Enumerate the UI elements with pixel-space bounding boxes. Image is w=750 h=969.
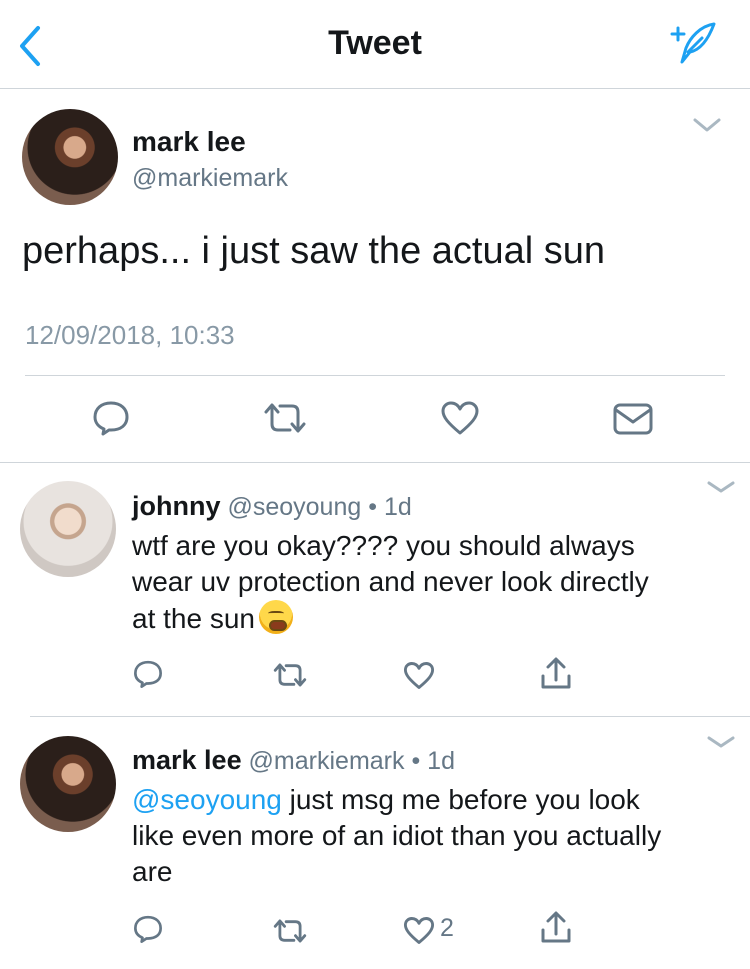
reply-text-line: @seoyoung just msg me before you look	[132, 784, 640, 815]
author-name[interactable]: mark lee	[132, 745, 242, 775]
chevron-down-icon[interactable]	[706, 733, 736, 751]
reply-text-line: wtf are you okay???? you should always	[132, 530, 635, 561]
author-handle[interactable]: @markiemark	[249, 747, 405, 775]
retweet-icon[interactable]	[260, 400, 310, 436]
reply-time: 1d	[427, 747, 455, 775]
reply-icon[interactable]	[91, 399, 131, 437]
chevron-down-icon[interactable]	[692, 116, 722, 134]
separator-dot: •	[411, 747, 421, 775]
separator-dot: •	[368, 493, 377, 521]
reply-icon[interactable]	[132, 659, 164, 689]
author-name[interactable]: mark lee	[132, 126, 246, 158]
tweet-text: perhaps... i just saw the actual sun	[22, 230, 605, 272]
reply-text: @seoyoung just msg me before you look li…	[132, 782, 661, 890]
divider	[0, 462, 750, 463]
like-heart-icon[interactable]	[403, 661, 435, 690]
share-icon[interactable]	[539, 910, 573, 946]
avatar[interactable]	[20, 481, 116, 577]
author-handle[interactable]: @markiemark	[132, 164, 288, 193]
message-envelope-icon[interactable]	[612, 402, 654, 436]
reply-text: wtf are you okay???? you should always w…	[132, 528, 649, 637]
like-heart-icon[interactable]	[403, 916, 435, 945]
reply-icon[interactable]	[132, 914, 164, 944]
avatar[interactable]	[22, 109, 118, 205]
share-icon[interactable]	[539, 656, 573, 692]
tweet-timestamp: 12/09/2018, 10:33	[25, 320, 235, 350]
tired-face-emoji-icon	[258, 600, 293, 634]
divider	[25, 375, 725, 376]
like-count: 2	[440, 914, 454, 942]
chevron-down-icon[interactable]	[706, 478, 736, 496]
divider	[30, 716, 750, 717]
navigation-bar: Tweet	[0, 0, 750, 89]
retweet-icon[interactable]	[270, 917, 310, 945]
avatar[interactable]	[20, 736, 116, 832]
retweet-icon[interactable]	[270, 661, 310, 689]
page-title: Tweet	[328, 24, 422, 62]
author-name[interactable]: johnny	[132, 491, 221, 521]
author-handle[interactable]: @seoyoung	[227, 493, 361, 521]
reply-text-line: like even more of an idiot than you actu…	[132, 820, 662, 851]
reply-header: johnny @seoyoung • 1d	[132, 491, 412, 522]
mention-link[interactable]: @seoyoung	[132, 784, 282, 815]
reply-time: 1d	[383, 493, 412, 521]
compose-tweet-icon[interactable]	[664, 18, 720, 68]
reply-text-line: wear uv protection and never look direct…	[132, 566, 649, 597]
reply-text-line: at the sun	[132, 600, 649, 637]
reply-text-line: are	[132, 856, 173, 887]
reply-header: mark lee @markiemark • 1d	[132, 745, 455, 776]
like-heart-icon[interactable]	[440, 400, 480, 436]
